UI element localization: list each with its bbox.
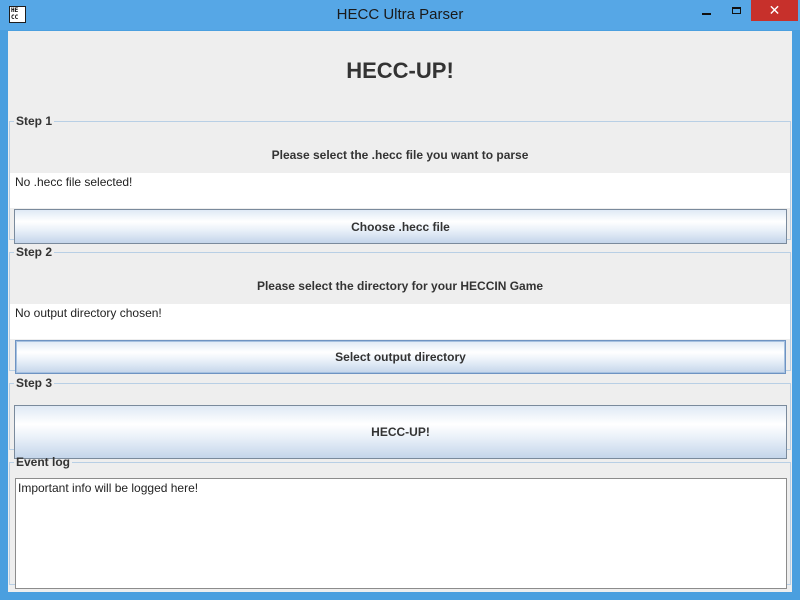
maximize-button[interactable]	[722, 0, 751, 21]
step-3-group: Step 3 HECC-UP!	[9, 376, 791, 459]
app-window: HE CC HECC Ultra Parser ✕ HECC-UP! Step …	[0, 0, 800, 600]
close-button[interactable]: ✕	[751, 0, 798, 21]
app-heading: HECC-UP!	[346, 58, 454, 83]
title-bar[interactable]: HE CC HECC Ultra Parser ✕	[0, 0, 800, 30]
close-icon: ✕	[768, 2, 781, 19]
step-2-status: No output directory chosen!	[10, 304, 790, 339]
step-3-legend: Step 3	[16, 376, 53, 390]
hecc-up-button[interactable]: HECC-UP!	[14, 405, 787, 459]
event-log-textarea[interactable]: Important info will be logged here!	[15, 478, 787, 589]
choose-hecc-file-button[interactable]: Choose .hecc file	[14, 209, 787, 244]
minimize-button[interactable]	[692, 0, 721, 21]
window-title: HECC Ultra Parser	[336, 6, 464, 23]
step-1-prompt: Please select the .hecc file you want to…	[271, 148, 529, 162]
event-log-legend: Event log	[16, 455, 71, 469]
step-2-prompt: Please select the directory for your HEC…	[256, 279, 544, 293]
client-area: HECC-UP! Step 1 Please select the .hecc …	[8, 31, 792, 592]
step-1-legend: Step 1	[16, 114, 53, 128]
step-2-group: Step 2 Please select the directory for y…	[9, 245, 791, 374]
step-1-group: Step 1 Please select the .hecc file you …	[9, 114, 791, 244]
step-2-legend: Step 2	[16, 245, 53, 259]
step-1-status: No .hecc file selected!	[10, 173, 790, 208]
select-output-directory-button[interactable]: Select output directory	[15, 340, 786, 374]
maximize-icon	[732, 7, 741, 14]
minimize-icon	[702, 12, 711, 15]
event-log-group: Event log Important info will be logged …	[9, 455, 791, 589]
